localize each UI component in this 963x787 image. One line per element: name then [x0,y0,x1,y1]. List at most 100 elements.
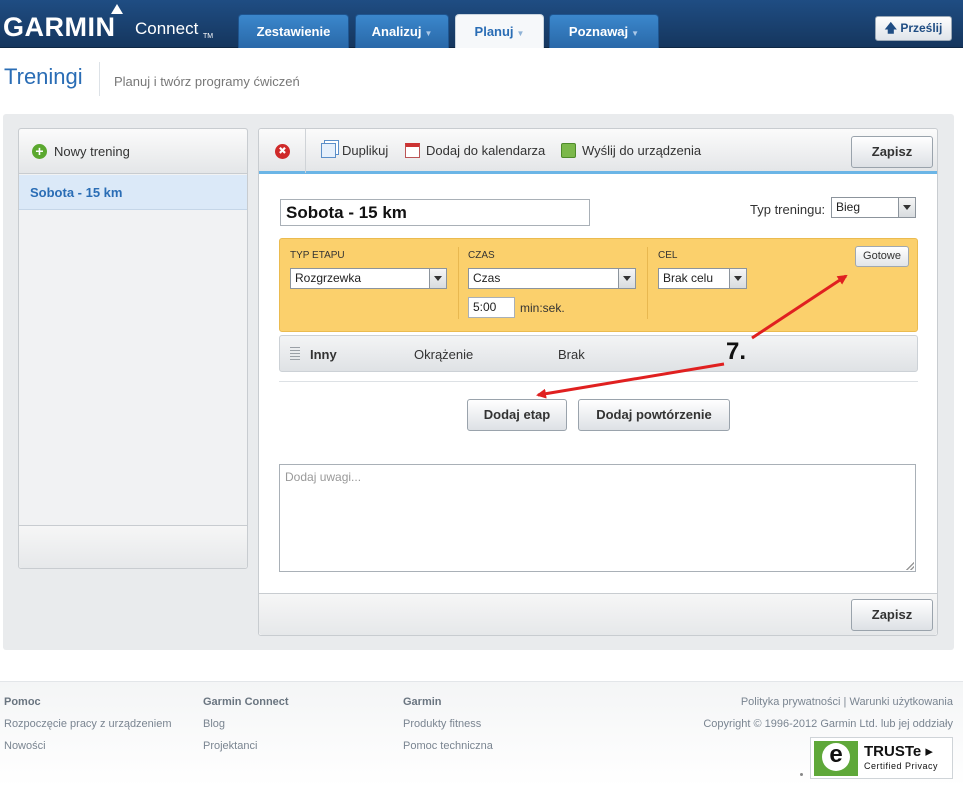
arrow-up-icon: 🡅 [884,21,897,35]
column-divider [458,247,459,319]
duplicate-label: Duplikuj [342,143,389,158]
notes-placeholder: Dodaj uwagi... [285,470,362,484]
upload-button[interactable]: 🡅 Prześlij [875,16,952,41]
footer-link[interactable]: Blog [203,718,289,730]
workout-list-footer [19,525,247,568]
duplicate-button[interactable]: Duplikuj [321,143,388,161]
workout-type-select[interactable]: Bieg [831,197,916,218]
tab-poznawaj[interactable]: Poznawaj ▼ [549,14,659,48]
save-label: Zapisz [871,144,913,159]
workout-type-label: Typ treningu: [750,202,826,217]
page-footer: Pomoc Rozpoczęcie pracy z urządzeniem No… [0,681,963,787]
copyright-text: Copyright © 1996-2012 Garmin Ltd. lub je… [703,718,953,730]
done-button[interactable]: Gotowe [855,246,909,267]
step-row[interactable]: Inny Okrążenie Brak [279,335,918,372]
duplicate-icon [321,143,336,158]
step-row-type: Inny [310,347,337,362]
footer-link[interactable]: Pomoc techniczna [403,740,493,752]
chevron-down-icon: ▼ [516,29,525,38]
workout-type-value: Bieg [836,200,861,214]
editor-toolbar: ✖ Duplikuj Dodaj do kalendarza Wyślij do… [259,129,937,174]
add-repeat-button[interactable]: Dodaj powtórzenie [578,399,730,431]
list-item[interactable]: Sobota - 15 km [19,175,247,210]
tab-label: Analizuj [371,24,422,39]
tab-zestawienie[interactable]: Zestawienie [238,14,349,48]
duration-unit: min:sek. [520,301,565,315]
save-label: Zapisz [871,607,913,622]
duration-time-input[interactable]: 5:00 [468,297,515,318]
step-type-label: TYP ETAPU [290,250,345,261]
editor-footer: Zapisz [259,593,937,635]
delete-icon[interactable]: ✖ [275,144,290,159]
annotation-label: 7. [726,338,747,365]
footer-heading: Garmin Connect [203,696,289,708]
add-step-button[interactable]: Dodaj etap [467,399,567,431]
chevron-down-icon [429,269,446,288]
step-type-value: Rozgrzewka [295,271,362,285]
decorative-dot [800,773,803,776]
tab-planuj[interactable]: Planuj ▼ [455,14,544,48]
tab-label: Poznawaj [568,24,629,39]
title-divider [99,62,100,96]
duration-label: CZAS [468,250,495,261]
save-button[interactable]: Zapisz [851,136,933,168]
send-label: Wyślij do urządzenia [582,143,702,158]
calendar-label: Dodaj do kalendarza [426,143,546,158]
save-button-bottom[interactable]: Zapisz [851,599,933,631]
toolbar-divider [305,129,306,173]
add-step-label: Dodaj etap [483,407,551,422]
chevron-down-icon [898,198,915,217]
chevron-down-icon [618,269,635,288]
policy-links[interactable]: Polityka prywatności | Warunki użytkowan… [703,696,953,708]
plus-icon: + [32,144,47,159]
footer-col-help: Pomoc Rozpoczęcie pracy z urządzeniem No… [4,696,172,762]
page-title: Treningi [4,64,83,89]
footer-heading: Garmin [403,696,442,708]
calendar-icon [405,143,420,158]
resize-handle-icon[interactable] [906,562,914,570]
footer-heading: Pomoc [4,696,41,708]
top-bar: GARMIN Connect TM Zestawienie Analizuj ▼ … [0,0,963,48]
list-item-label: Sobota - 15 km [30,185,123,200]
duration-select[interactable]: Czas [468,268,636,289]
notes-textarea[interactable]: Dodaj uwagi... [279,464,916,572]
page-subtitle: Planuj i twórz programy ćwiczeń [114,74,300,89]
truste-logo-icon [814,741,858,776]
add-to-calendar-button[interactable]: Dodaj do kalendarza [405,143,545,161]
step-row-duration: Okrążenie [414,347,474,362]
chevron-down-icon [729,269,746,288]
logo-main-text: GARMIN [3,12,116,42]
chevron-down-icon: ▼ [631,29,640,38]
footer-link[interactable]: Projektanci [203,740,289,752]
footer-link[interactable]: Nowości [4,740,172,752]
workout-list-panel: + Nowy trening Sobota - 15 km [18,128,248,569]
new-workout-button[interactable]: + Nowy trening [19,129,247,174]
workout-name-input[interactable]: Sobota - 15 km [280,199,590,226]
drag-handle-icon[interactable] [290,347,300,361]
footer-col-garmin: Garmin Produkty fitness Pomoc techniczna [403,696,493,762]
send-to-device-button[interactable]: Wyślij do urządzenia [561,143,701,161]
workout-editor-panel: ✖ Duplikuj Dodaj do kalendarza Wyślij do… [258,128,938,636]
target-select[interactable]: Brak celu [658,268,747,289]
step-type-select[interactable]: Rozgrzewka [290,268,447,289]
truste-subtitle: Certified Privacy [864,761,939,771]
upload-label: Prześlij [900,21,943,35]
divider [279,381,918,382]
truste-title: TRUSTe ▸ [864,743,933,760]
step-editor: TYP ETAPU Rozgrzewka CZAS Czas 5:00 min:… [279,238,918,332]
column-divider [647,247,648,319]
footer-col-connect: Garmin Connect Blog Projektanci [203,696,289,762]
chevron-down-icon: ▼ [424,29,433,38]
footer-link[interactable]: Produkty fitness [403,718,493,730]
footer-legal: Polityka prywatności | Warunki użytkowan… [703,696,953,740]
logo-tm-text: TM [203,33,214,40]
target-label: CEL [658,250,678,261]
duration-value: Czas [473,271,501,285]
done-label: Gotowe [863,250,901,262]
logo-sub-text: Connect [135,19,199,38]
new-workout-label: Nowy trening [54,144,130,159]
tab-analizuj[interactable]: Analizuj ▼ [355,14,449,48]
footer-link[interactable]: Rozpoczęcie pracy z urządzeniem [4,718,172,730]
tab-label: Zestawienie [256,24,331,39]
truste-badge[interactable]: TRUSTe ▸ Certified Privacy [810,737,953,779]
